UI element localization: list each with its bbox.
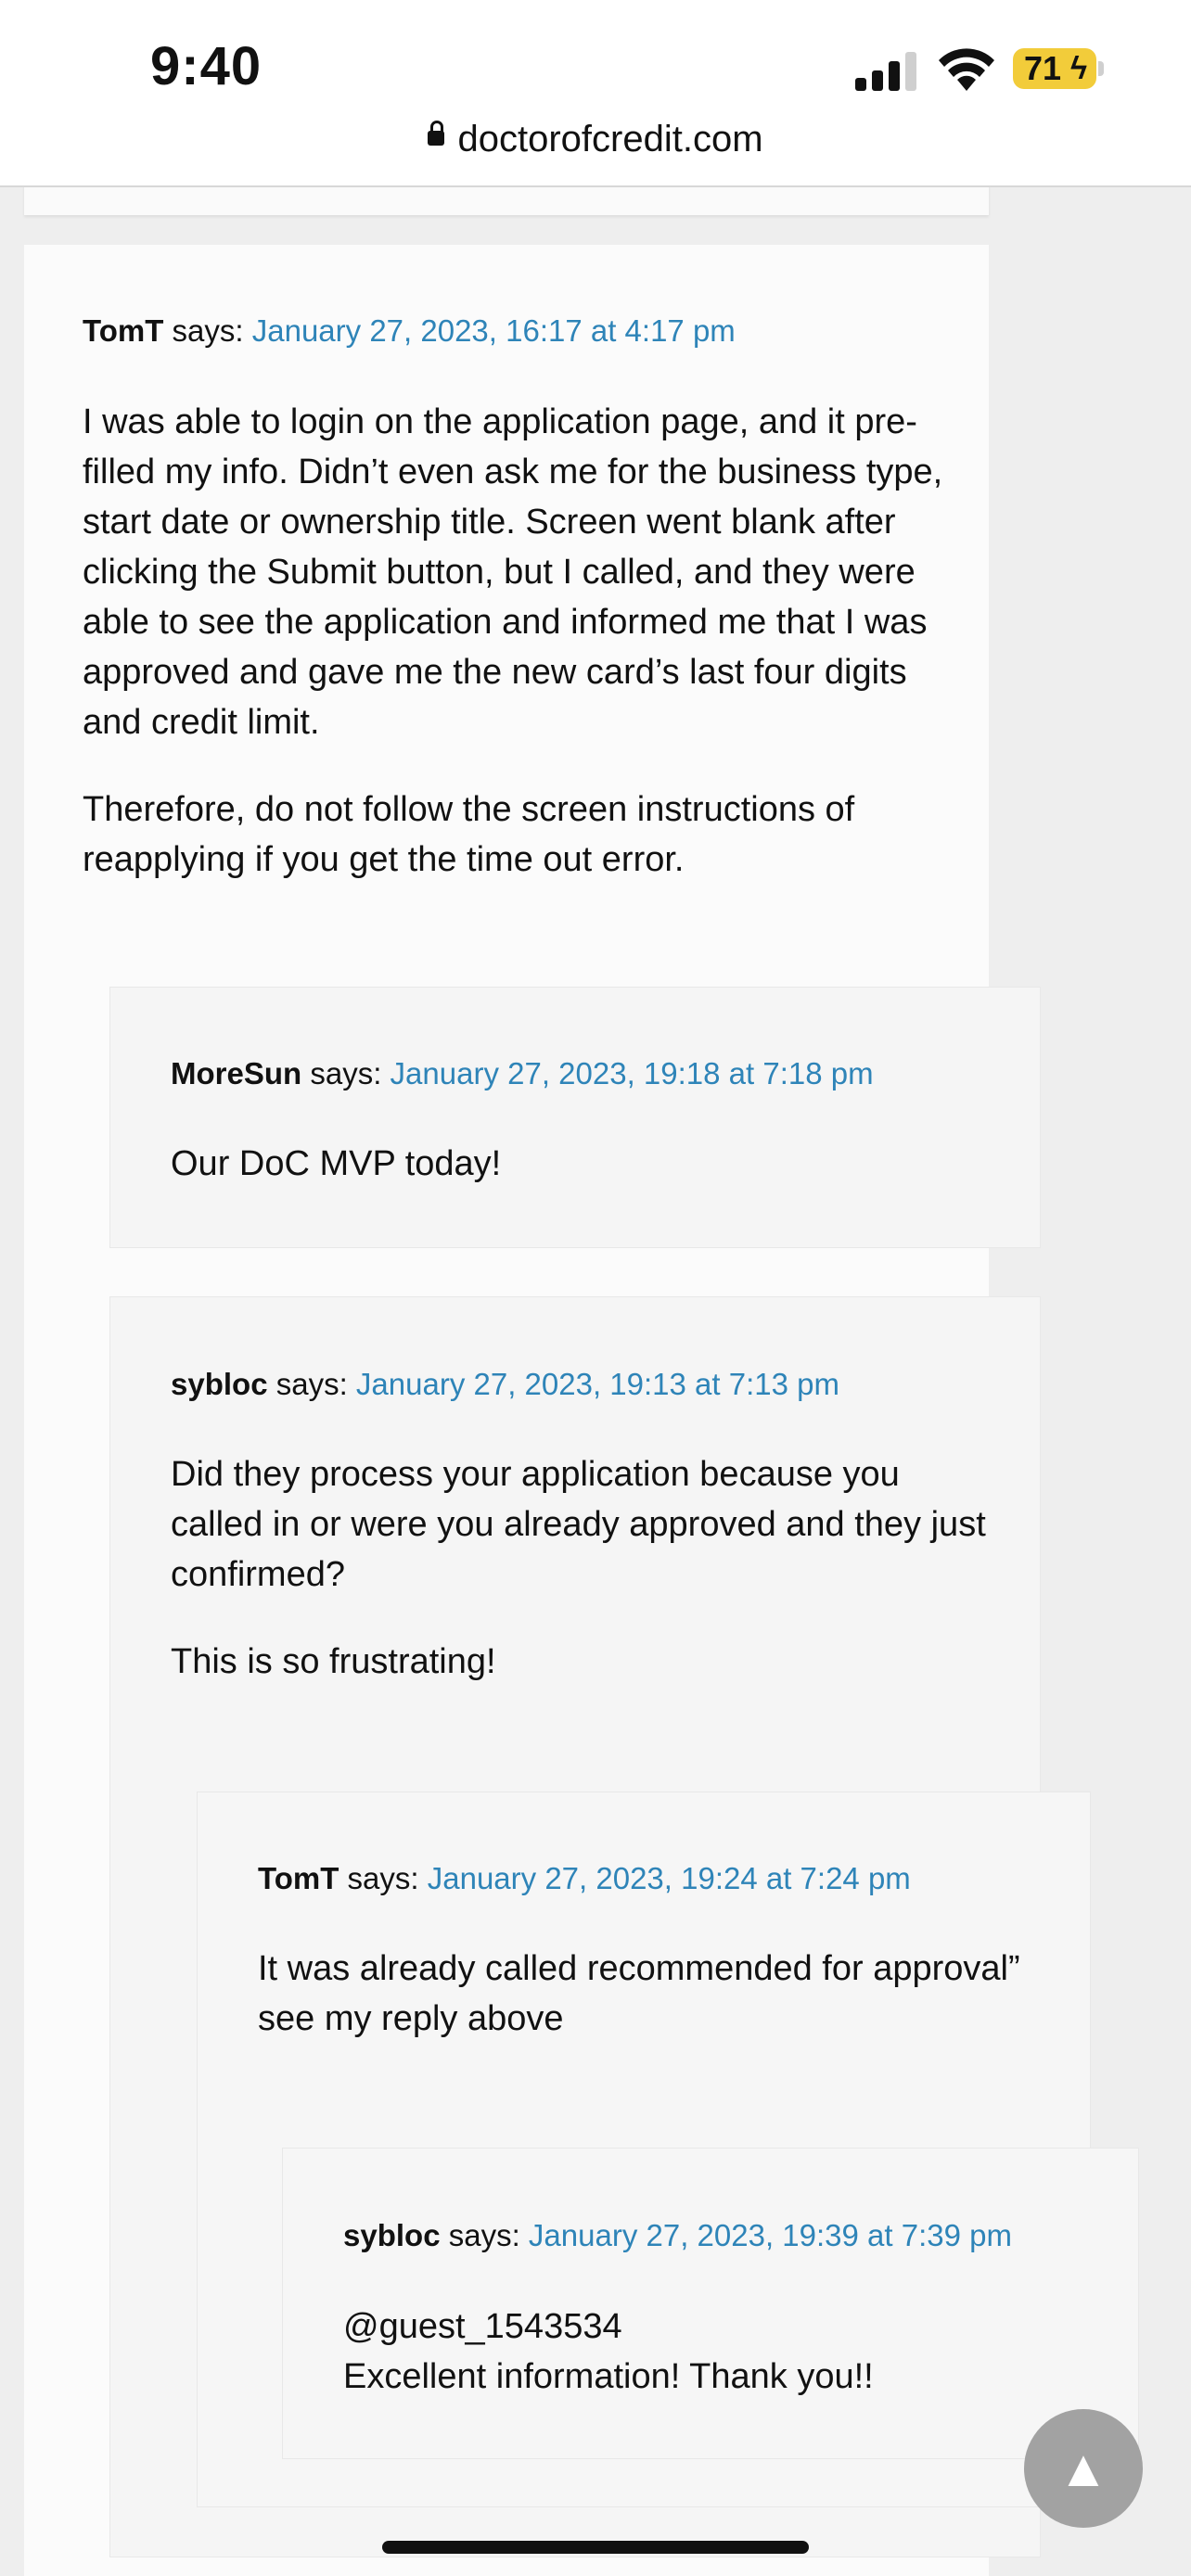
says-label: says:: [275, 1367, 348, 1401]
reply-paragraph: Excellent information! Thank you!!: [343, 2357, 874, 2396]
reply-body: It was already called recommended for ap…: [258, 1944, 1046, 2081]
status-time: 9:40: [150, 36, 263, 96]
home-indicator[interactable]: [382, 2541, 809, 2554]
reply-date-link[interactable]: January 27, 2023, 19:18 at 7:18 pm: [391, 1056, 874, 1090]
says-label: says:: [347, 1861, 419, 1895]
cellular-signal-icon: [855, 52, 916, 91]
comment-author[interactable]: TomT: [83, 313, 163, 348]
address-bar[interactable]: doctorofcredit.com: [0, 119, 1191, 160]
arrow-up-icon: ▲: [1057, 2439, 1109, 2497]
reply-paragraph: It was already called recommended for ap…: [258, 1949, 1020, 2038]
comment-date-link[interactable]: January 27, 2023, 16:17 at 4:17 pm: [252, 313, 736, 348]
charging-bolt-icon: ϟ: [1070, 51, 1087, 86]
says-label: says:: [172, 313, 244, 348]
battery-tip: [1098, 61, 1104, 76]
status-bar: 9:40 71 ϟ doctorofcredit.com: [0, 0, 1191, 187]
mention-line: @guest_1543534: [343, 2307, 622, 2346]
lock-icon: [428, 121, 445, 147]
reply-author[interactable]: TomT: [258, 1861, 339, 1895]
reply-date-link[interactable]: January 27, 2023, 19:13 at 7:13 pm: [356, 1367, 839, 1401]
battery-level: 71: [1024, 49, 1062, 87]
reply-body: Did they process your application becaus…: [171, 1449, 987, 1724]
comment-body: I was able to login on the application p…: [83, 397, 954, 922]
reply-meta: TomT says: January 27, 2023, 19:24 at 7:…: [258, 1861, 911, 1896]
reply-date-link[interactable]: January 27, 2023, 19:24 at 7:24 pm: [428, 1861, 911, 1895]
reply-author[interactable]: sybloc: [343, 2218, 441, 2252]
says-label: says:: [310, 1056, 382, 1090]
reply-paragraph: This is so frustrating!: [171, 1642, 496, 1681]
reply-author[interactable]: sybloc: [171, 1367, 268, 1401]
scroll-to-top-button[interactable]: ▲: [1024, 2409, 1143, 2528]
comment-paragraph: I was able to login on the application p…: [83, 402, 943, 742]
comment-paragraph: Therefore, do not follow the screen inst…: [83, 790, 855, 879]
url-text: doctorofcredit.com: [457, 119, 763, 159]
reply-meta: sybloc says: January 27, 2023, 19:39 at …: [343, 2218, 1012, 2253]
reply-paragraph: Our DoC MVP today!: [171, 1144, 502, 1183]
reply-meta: sybloc says: January 27, 2023, 19:13 at …: [171, 1367, 839, 1402]
reply-author[interactable]: MoreSun: [171, 1056, 301, 1090]
reply-body: Our DoC MVP today!: [171, 1139, 987, 1226]
says-label: says:: [448, 2218, 520, 2252]
reply-date-link[interactable]: January 27, 2023, 19:39 at 7:39 pm: [529, 2218, 1012, 2252]
reply-body: @guest_1543534 Excellent information! Th…: [343, 2302, 1104, 2402]
comment-meta: TomT says: January 27, 2023, 16:17 at 4:…: [83, 313, 736, 349]
reply-paragraph: Did they process your application becaus…: [171, 1455, 986, 1594]
wifi-icon: [939, 48, 994, 91]
reply-meta: MoreSun says: January 27, 2023, 19:18 at…: [171, 1056, 874, 1091]
battery-indicator: 71 ϟ: [1013, 48, 1096, 89]
